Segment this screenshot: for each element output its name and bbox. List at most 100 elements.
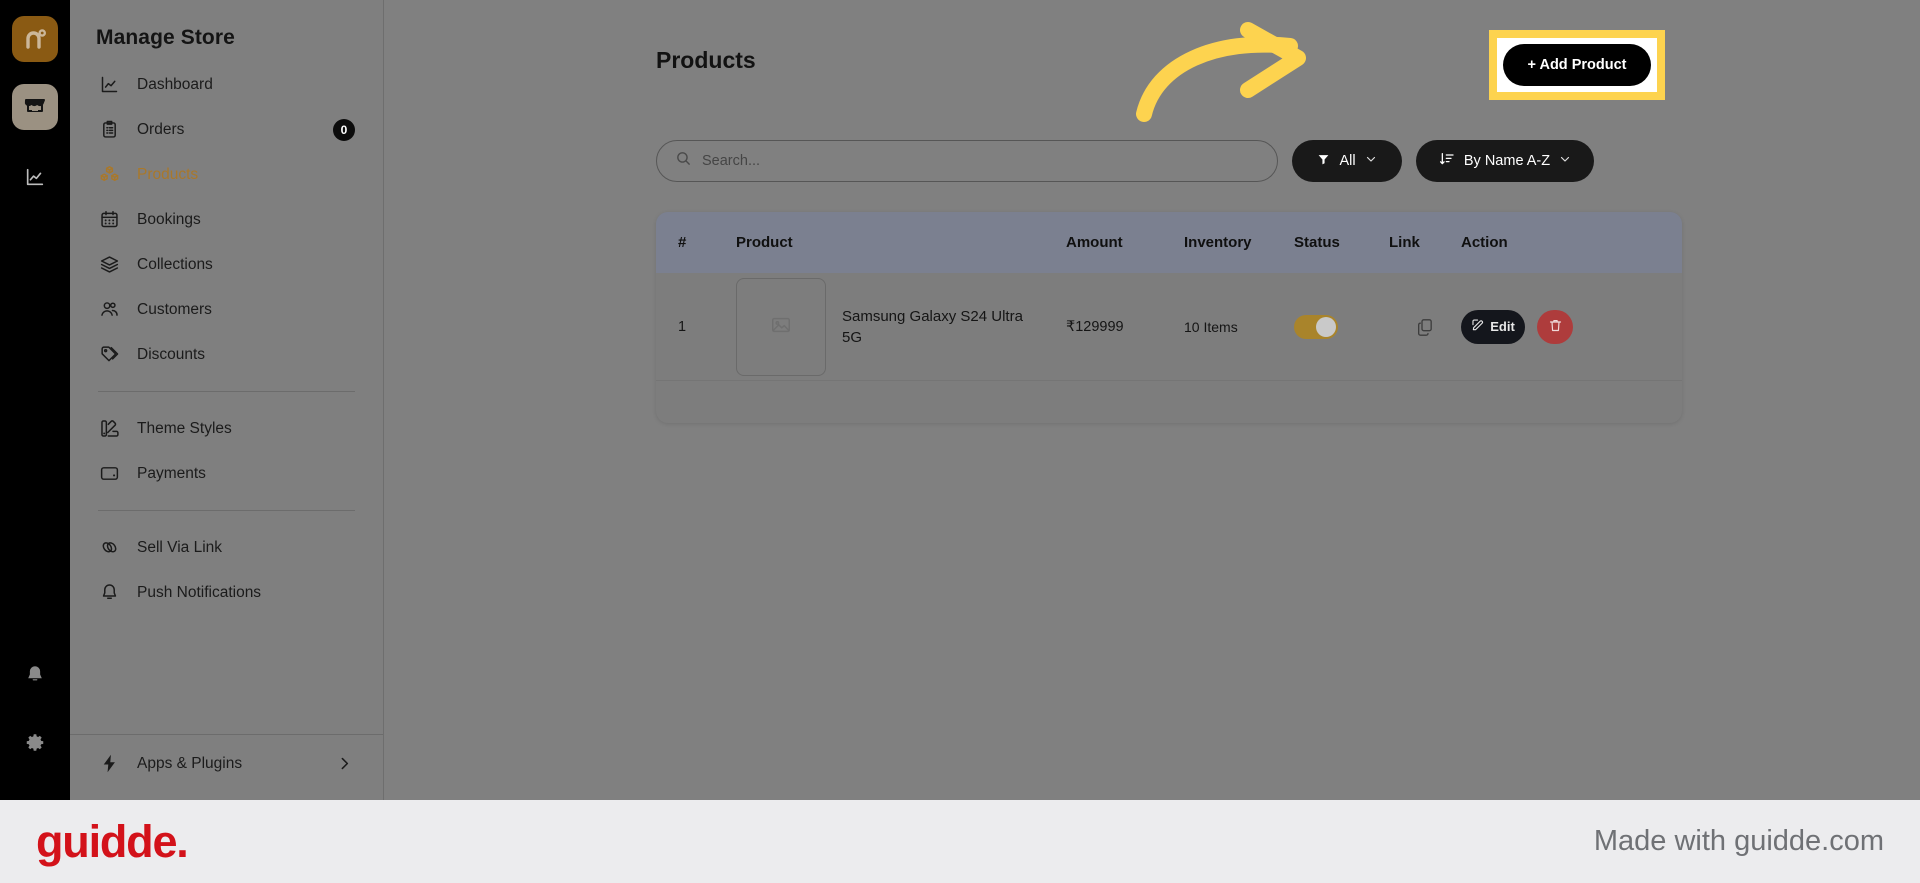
sidebar-item-bookings[interactable]: Bookings — [88, 197, 365, 242]
sidebar-item-label: Dashboard — [137, 75, 213, 93]
sidebar-item-label: Orders — [137, 120, 185, 138]
products-toolbar: All By Name A-Z — [656, 140, 1594, 182]
made-with-guidde-label: Made with guidde.com — [1593, 825, 1884, 857]
column-header-action: Action — [1461, 234, 1508, 251]
sidebar-item-theme-styles[interactable]: Theme Styles — [88, 406, 365, 451]
sidebar-item-label: Push Notifications — [137, 583, 262, 601]
sidebar-item-dashboard[interactable]: Dashboard — [88, 62, 365, 107]
table-footer-spacer — [656, 381, 1682, 423]
table-header-row: # Product Amount Inventory Status Link A… — [656, 212, 1682, 273]
add-product-button[interactable]: + Add Product — [1503, 44, 1651, 86]
guidde-footer-bar: guidde. Made with guidde.com — [0, 800, 1920, 883]
sidebar-item-label: Customers — [137, 300, 212, 318]
sidebar-item-label: Sell Via Link — [137, 538, 223, 556]
status-toggle[interactable] — [1294, 314, 1338, 339]
sidebar-item-label: Products — [137, 165, 199, 183]
column-header-number: # — [678, 234, 687, 251]
pencil-square-icon — [1471, 318, 1485, 335]
table-row[interactable]: 1 Samsung Galaxy S24 Ultra 5G ₹129999 10… — [656, 273, 1682, 381]
clipboard-icon — [98, 119, 120, 141]
gear-icon[interactable] — [24, 732, 46, 754]
sidebar: Manage Store Dashboard Orders 0 Products… — [70, 0, 384, 800]
search-box[interactable] — [656, 140, 1278, 182]
image-placeholder-icon — [769, 314, 793, 340]
chevron-down-icon — [1365, 153, 1377, 169]
sidebar-item-label: Theme Styles — [137, 419, 232, 437]
sidebar-item-orders[interactable]: Orders 0 — [88, 107, 365, 152]
column-header-inventory: Inventory — [1184, 234, 1252, 251]
copy-icon[interactable] — [1389, 317, 1461, 337]
sidebar-item-label: Discounts — [137, 345, 206, 363]
search-input[interactable] — [702, 153, 1259, 169]
boxes-icon — [98, 164, 120, 186]
chart-line-icon — [98, 74, 120, 96]
guidde-logo: guidde. — [36, 815, 189, 867]
sidebar-item-label: Collections — [137, 255, 213, 273]
wallet-icon — [98, 463, 120, 485]
row-number: 1 — [678, 318, 687, 335]
delete-product-button[interactable] — [1537, 309, 1573, 344]
product-thumbnail — [736, 277, 826, 376]
app-window: Manage Store Dashboard Orders 0 Products… — [0, 0, 1920, 800]
row-amount: ₹129999 — [1066, 318, 1124, 335]
calendar-icon — [98, 209, 120, 231]
edit-label: Edit — [1490, 319, 1515, 334]
sidebar-item-label: Apps & Plugins — [137, 754, 243, 772]
sidebar-item-apps-plugins[interactable]: Apps & Plugins — [88, 741, 365, 786]
page-title: Products — [656, 47, 756, 73]
sidebar-title: Manage Store — [96, 26, 235, 49]
filter-icon — [1317, 153, 1330, 170]
users-icon — [98, 299, 120, 321]
column-header-product: Product — [736, 234, 793, 251]
row-product-cell: Samsung Galaxy S24 Ultra 5G — [736, 277, 1066, 376]
rail-bottom-group — [24, 664, 46, 800]
filter-all-button[interactable]: All — [1292, 140, 1402, 182]
sidebar-nav-group-3: Sell Via Link Push Notifications — [70, 525, 383, 615]
sidebar-item-label: Bookings — [137, 210, 201, 228]
add-product-highlight-inner: + Add Product — [1497, 38, 1657, 92]
chevron-down-icon — [1559, 153, 1571, 169]
filter-label: All — [1339, 153, 1356, 169]
icon-rail — [0, 0, 70, 800]
row-action-cell: Edit — [1461, 309, 1631, 344]
sidebar-nav-group-1: Dashboard Orders 0 Products Bookings Col… — [70, 62, 383, 377]
column-header-status: Status — [1294, 234, 1340, 251]
sidebar-item-customers[interactable]: Customers — [88, 287, 365, 332]
sidebar-divider-2 — [98, 510, 355, 511]
sidebar-item-payments[interactable]: Payments — [88, 451, 365, 496]
edit-product-button[interactable]: Edit — [1461, 309, 1525, 344]
product-name: Samsung Galaxy S24 Ultra 5G — [842, 307, 1023, 346]
column-header-amount: Amount — [1066, 234, 1123, 251]
lightning-icon — [98, 753, 120, 775]
sidebar-item-sell-via-link[interactable]: Sell Via Link — [88, 525, 365, 570]
sidebar-item-discounts[interactable]: Discounts — [88, 332, 365, 377]
sidebar-item-push-notifications[interactable]: Push Notifications — [88, 570, 365, 615]
toggle-knob — [1316, 316, 1336, 337]
search-icon — [675, 150, 692, 172]
sidebar-item-label: Payments — [137, 464, 206, 482]
row-link-cell — [1389, 317, 1461, 337]
sidebar-nav-group-2: Theme Styles Payments — [70, 406, 383, 496]
palette-icon — [98, 418, 120, 440]
add-product-highlight-box: + Add Product — [1489, 30, 1665, 100]
sidebar-flex-spacer — [70, 615, 383, 734]
orders-count-badge: 0 — [333, 118, 355, 141]
row-inventory: 10 Items — [1184, 318, 1238, 335]
sidebar-item-products[interactable]: Products — [88, 152, 365, 197]
products-table: # Product Amount Inventory Status Link A… — [656, 212, 1682, 423]
sort-desc-icon — [1439, 151, 1455, 171]
sidebar-divider-1 — [98, 391, 355, 392]
sort-label: By Name A-Z — [1463, 153, 1551, 169]
chevron-right-icon — [336, 755, 353, 772]
link-icon — [98, 537, 120, 559]
nuvio-n-logo-icon[interactable] — [12, 16, 58, 62]
tag-icon — [98, 344, 120, 366]
rail-item-store[interactable] — [12, 84, 58, 130]
column-header-link: Link — [1389, 234, 1420, 251]
layers-icon — [98, 254, 120, 276]
sidebar-item-collections[interactable]: Collections — [88, 242, 365, 287]
bell-icon[interactable] — [24, 664, 46, 686]
sort-by-name-button[interactable]: By Name A-Z — [1416, 140, 1594, 182]
sidebar-footer: Apps & Plugins — [70, 734, 383, 800]
rail-item-analytics[interactable] — [12, 156, 58, 202]
